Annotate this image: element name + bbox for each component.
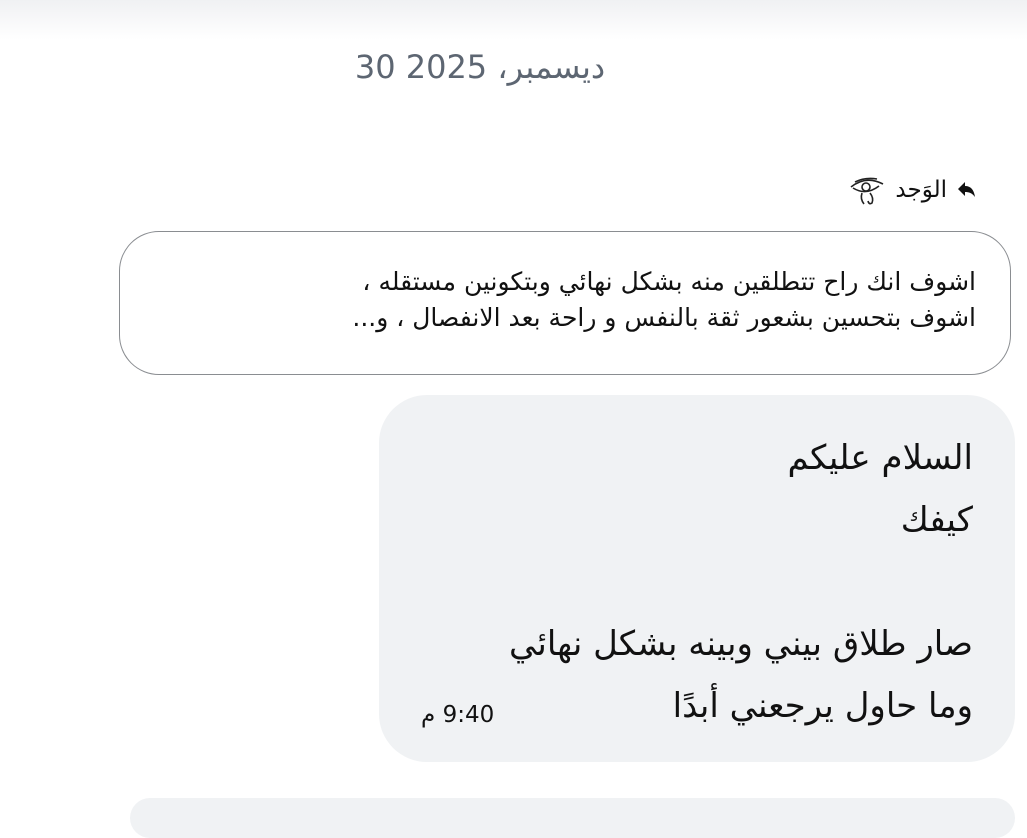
reply-author-name: الوَجد [895, 177, 947, 203]
top-fade [0, 0, 1027, 40]
date-separator: 30 ديسمبر، 2025 [354, 48, 606, 86]
message-text: السلام عليكم كيفك صار طلاق بيني وبينه بش… [509, 427, 973, 737]
reply-arrow-icon [955, 179, 977, 201]
message-line: كيفك [900, 500, 973, 540]
message-line [509, 551, 973, 613]
message-line: السلام عليكم [787, 438, 974, 478]
quoted-message[interactable]: اشوف انك راح تتطلقين منه بشكل نهائي وبتك… [119, 231, 1011, 375]
next-message-bubble[interactable] [130, 798, 1015, 838]
message-line: صار طلاق بيني وبينه بشكل نهائي [509, 624, 973, 664]
reply-header[interactable]: الوَجد [847, 170, 977, 210]
message-timestamp: 9:40 م [421, 702, 495, 728]
eye-of-horus-icon [847, 173, 887, 207]
message-bubble[interactable]: السلام عليكم كيفك صار طلاق بيني وبينه بش… [379, 395, 1015, 762]
quoted-line: اشوف انك راح تتطلقين منه بشكل نهائي وبتك… [362, 267, 976, 296]
message-line: وما حاول يرجعني أبدًا [672, 686, 973, 726]
quoted-line: اشوف بتحسين بشعور ثقة بالنفس و راحة بعد … [352, 303, 976, 332]
